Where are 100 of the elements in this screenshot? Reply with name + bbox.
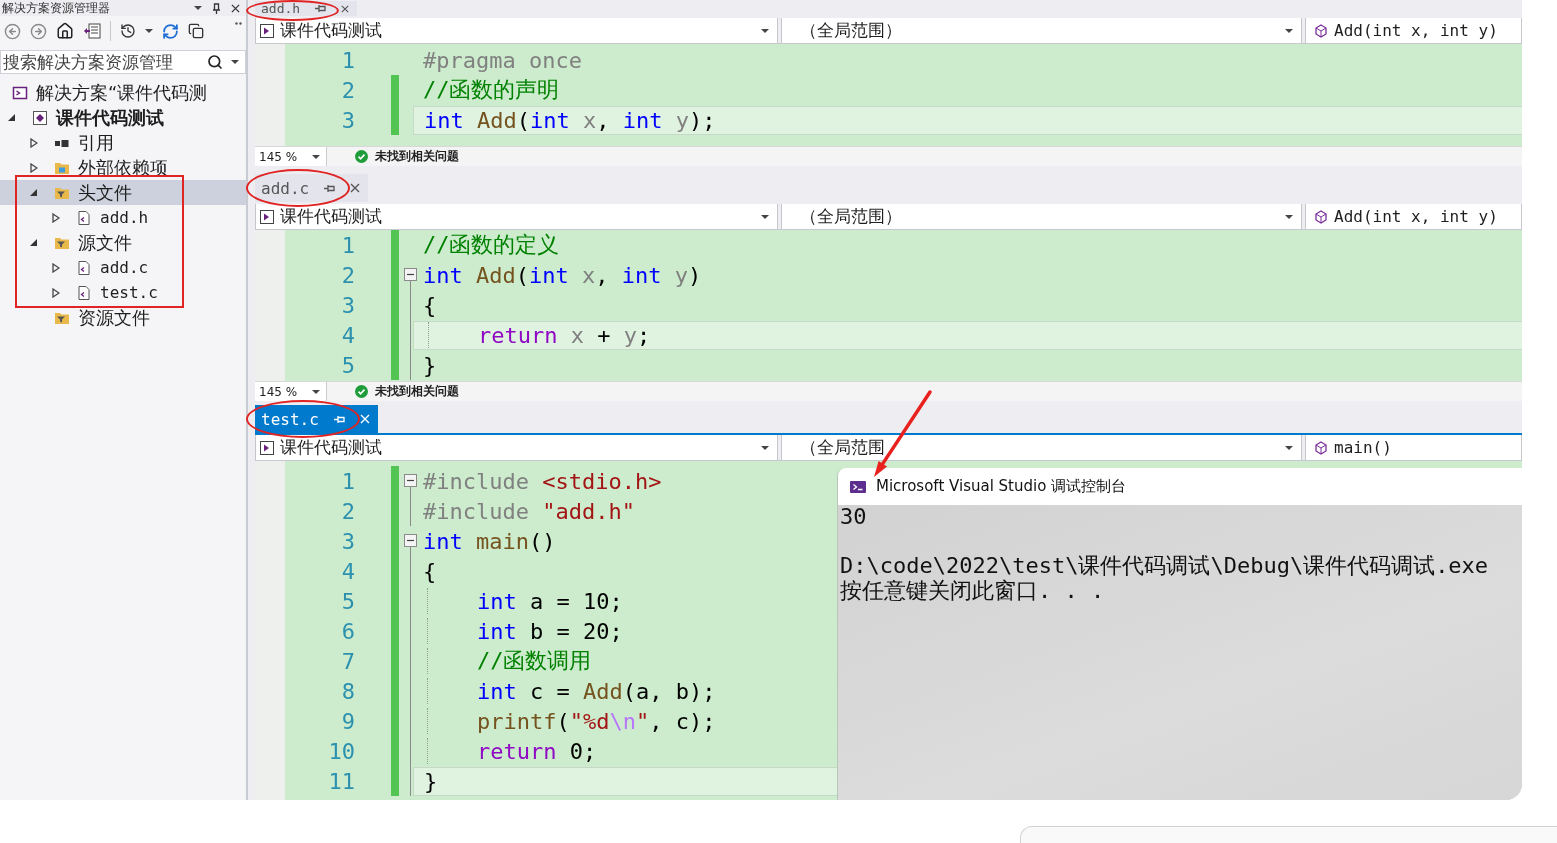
caret-icon[interactable] (312, 389, 320, 394)
line-number: 8 (341, 678, 355, 704)
tree-item[interactable]: 资源文件 (0, 305, 246, 330)
line-number: 9 (341, 708, 355, 734)
collapse-icon[interactable] (404, 534, 417, 547)
caret-icon[interactable] (761, 28, 769, 33)
scope-dropdown[interactable]: （全局范围） (781, 18, 1302, 43)
console-output: 按任意键关闭此窗口. . . (840, 578, 1105, 603)
close-icon[interactable] (341, 4, 350, 13)
pin-icon[interactable] (212, 2, 221, 14)
caret-icon[interactable] (761, 445, 769, 450)
panel-title: 解决方案资源管理器 (2, 0, 110, 17)
caret-right-icon[interactable] (52, 262, 60, 273)
forward-icon[interactable] (30, 22, 47, 40)
line-number: 2 (341, 262, 355, 288)
diamond-square-icon (32, 109, 48, 126)
status-message: 未找到相关问题 (375, 148, 459, 165)
caret-down-icon[interactable] (8, 114, 15, 121)
caret-right-icon[interactable] (52, 212, 60, 223)
caret-right-icon[interactable] (30, 137, 38, 148)
more-icon[interactable] (235, 22, 242, 25)
caret-icon[interactable] (145, 29, 153, 33)
refresh-icon[interactable] (162, 22, 179, 40)
cube-icon (1314, 209, 1328, 224)
caret-right-icon[interactable] (30, 162, 38, 173)
scope-dropdown[interactable]: （全局范围 (781, 435, 1302, 460)
member-dropdown[interactable]: main() (1305, 435, 1522, 460)
code-line: int main() (423, 527, 556, 555)
code-line: //函数的声明 (423, 76, 560, 104)
history-icon[interactable] (120, 23, 136, 39)
line-number: 4 (341, 558, 355, 584)
project-dropdown[interactable]: 课件代码测试 (255, 18, 778, 43)
tree-item[interactable]: 课件代码测试 (0, 105, 246, 130)
caret-right-icon[interactable] (52, 287, 60, 298)
caret-down-icon[interactable] (30, 189, 37, 196)
line-number: 3 (341, 528, 355, 554)
tree-item[interactable]: 引用 (0, 130, 246, 155)
tree-item[interactable]: 解决方案“课件代码测 (0, 80, 246, 105)
caret-down-icon[interactable] (30, 239, 37, 246)
caret-icon[interactable] (1285, 28, 1293, 33)
status-message: 未找到相关问题 (375, 383, 459, 400)
play-square-icon (260, 23, 274, 38)
code-line: { (423, 557, 437, 585)
cube-icon (1314, 440, 1328, 455)
file-tab[interactable]: add.h (255, 1, 358, 16)
zoom-dropdown[interactable]: 145 % (255, 147, 327, 166)
caret-icon[interactable] (194, 6, 202, 10)
line-number: 3 (341, 292, 355, 318)
scope-dropdown[interactable]: （全局范围） (781, 204, 1302, 229)
back-icon[interactable] (4, 22, 21, 40)
home-icon[interactable] (56, 22, 74, 40)
member-dropdown[interactable]: Add(int x, int y) (1305, 18, 1522, 43)
code-line: #pragma once (423, 46, 582, 74)
pin-icon[interactable] (315, 4, 327, 13)
tree-item[interactable]: 源文件 (0, 230, 246, 255)
line-number: 5 (341, 588, 355, 614)
code-line: return 0; (423, 737, 597, 765)
code-line: int Add(int x, int y) (423, 261, 702, 289)
check-circle-icon (355, 385, 368, 398)
line-number: 1 (341, 232, 355, 258)
collapse-icon[interactable] (404, 474, 417, 487)
terminal-icon (850, 480, 866, 493)
code-line: int c = Add(a, b); (423, 677, 716, 705)
zoom-dropdown[interactable]: 145 % (255, 382, 327, 401)
file-tab[interactable]: add.c (255, 174, 369, 202)
console-title: Microsoft Visual Studio 调试控制台 (876, 477, 1127, 496)
line-number: 4 (341, 322, 355, 348)
line-number: 5 (341, 352, 355, 378)
line-number: 2 (341, 498, 355, 524)
member-dropdown[interactable]: Add(int x, int y) (1305, 204, 1522, 229)
close-icon[interactable] (231, 3, 240, 13)
tree-item[interactable]: 头文件 (0, 180, 246, 205)
document-arrow-icon[interactable] (83, 23, 101, 39)
copy-icon[interactable] (188, 23, 204, 39)
caret-icon[interactable] (1285, 214, 1293, 219)
file-icon (76, 284, 92, 301)
file-icon (76, 259, 92, 276)
close-icon[interactable] (350, 183, 361, 193)
tree-item[interactable]: add.h (0, 205, 246, 230)
caret-icon[interactable] (312, 154, 320, 159)
search-icon[interactable] (207, 54, 223, 70)
line-number: 6 (341, 618, 355, 644)
pin-icon[interactable] (324, 183, 336, 193)
search-field[interactable]: 搜索解决方案资源管理 (0, 50, 246, 74)
caret-icon[interactable] (761, 214, 769, 219)
caret-icon[interactable] (231, 60, 239, 64)
check-circle-icon (355, 150, 368, 163)
project-dropdown[interactable]: 课件代码测试 (255, 435, 778, 460)
code-line: //函数的定义 (423, 231, 560, 259)
cube-icon (1314, 23, 1328, 38)
tree-item[interactable]: add.c (0, 255, 246, 280)
collapse-icon[interactable] (404, 268, 417, 281)
caret-icon[interactable] (1285, 445, 1293, 450)
console-output: D:\code\2022\test\课件代码调试\Debug\课件代码调试.exe (840, 554, 1489, 579)
line-number: 1 (341, 468, 355, 494)
line-number: 10 (328, 738, 355, 764)
play-square-icon (260, 209, 274, 224)
project-dropdown[interactable]: 课件代码测试 (255, 204, 778, 229)
tree-item[interactable]: test.c (0, 280, 246, 305)
line-number: 7 (341, 648, 355, 674)
